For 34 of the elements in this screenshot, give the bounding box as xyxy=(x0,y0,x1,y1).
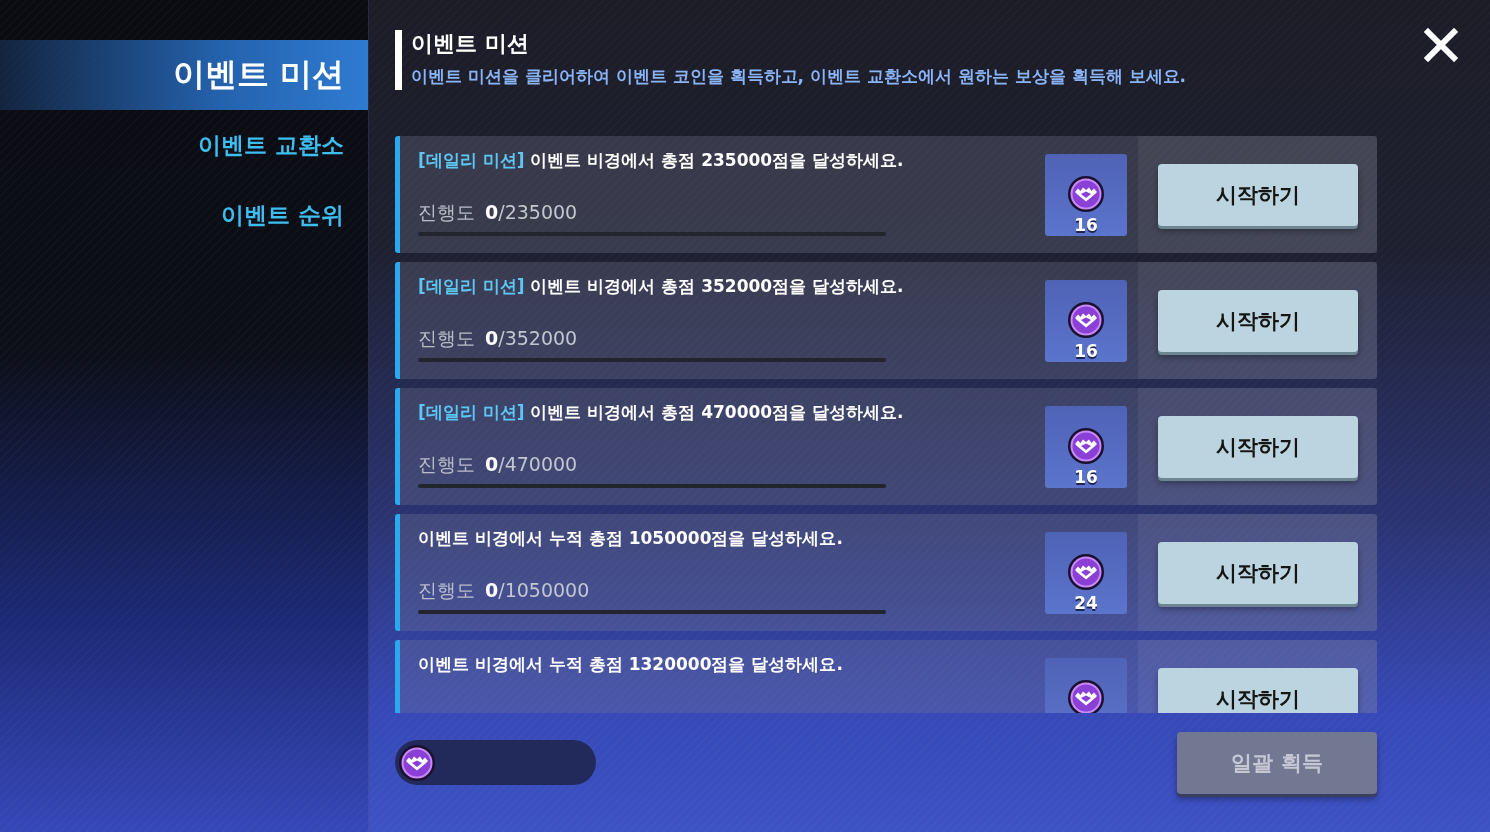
start-button[interactable]: 시작하기 xyxy=(1158,667,1358,713)
reward-count: 16 xyxy=(1074,466,1098,487)
coin-icon xyxy=(1068,553,1104,590)
sidebar-tab[interactable]: 이벤트 교환소 xyxy=(0,110,368,180)
section-description: 이벤트 미션을 클리어하여 이벤트 코인을 획득하고, 이벤트 교환소에서 원하는 보상을 획득해 보세요. xyxy=(411,65,1188,88)
progress-label: 진행도 xyxy=(418,200,475,225)
progress-value: 0/352000 xyxy=(485,326,578,351)
progress-label: 진행도 xyxy=(418,452,475,477)
start-button[interactable]: 시작하기 xyxy=(1158,541,1358,604)
progress-label: 진행도 xyxy=(418,326,475,351)
reward-count: 24 xyxy=(1074,592,1098,613)
close-icon[interactable] xyxy=(1424,28,1458,62)
progress-value: 0/470000 xyxy=(485,452,578,477)
progress-value: 0/235000 xyxy=(485,200,578,225)
coin-icon xyxy=(1068,301,1104,338)
coin-icon xyxy=(1068,427,1104,464)
coin-icon xyxy=(1068,679,1104,713)
start-button[interactable]: 시작하기 xyxy=(1158,289,1358,352)
reward-count: 16 xyxy=(1074,214,1098,235)
coin-icon xyxy=(399,744,435,781)
progress-label: 진행도 xyxy=(418,578,475,603)
sidebar-tab[interactable]: 이벤트 미션 xyxy=(0,40,368,110)
sidebar-tab[interactable]: 이벤트 순위 xyxy=(0,180,368,250)
start-button[interactable]: 시작하기 xyxy=(1158,163,1358,226)
mission-title: [데일리 미션] 이벤트 비경에서 총점 352000점을 달성하세요. xyxy=(418,275,905,298)
progress-value: 0/1050000 xyxy=(485,578,590,603)
coin-icon xyxy=(1068,175,1104,212)
start-button[interactable]: 시작하기 xyxy=(1158,415,1358,478)
reward-count: 16 xyxy=(1074,340,1098,361)
mission-title: 이벤트 비경에서 누적 총점 1320000점을 달성하세요. xyxy=(418,653,844,676)
section-title: 이벤트 미션 xyxy=(411,30,530,58)
mission-title: [데일리 미션] 이벤트 비경에서 총점 235000점을 달성하세요. xyxy=(418,149,905,172)
mission-title: [데일리 미션] 이벤트 비경에서 총점 470000점을 달성하세요. xyxy=(418,401,905,424)
mission-title: 이벤트 비경에서 누적 총점 1050000점을 달성하세요. xyxy=(418,527,844,550)
